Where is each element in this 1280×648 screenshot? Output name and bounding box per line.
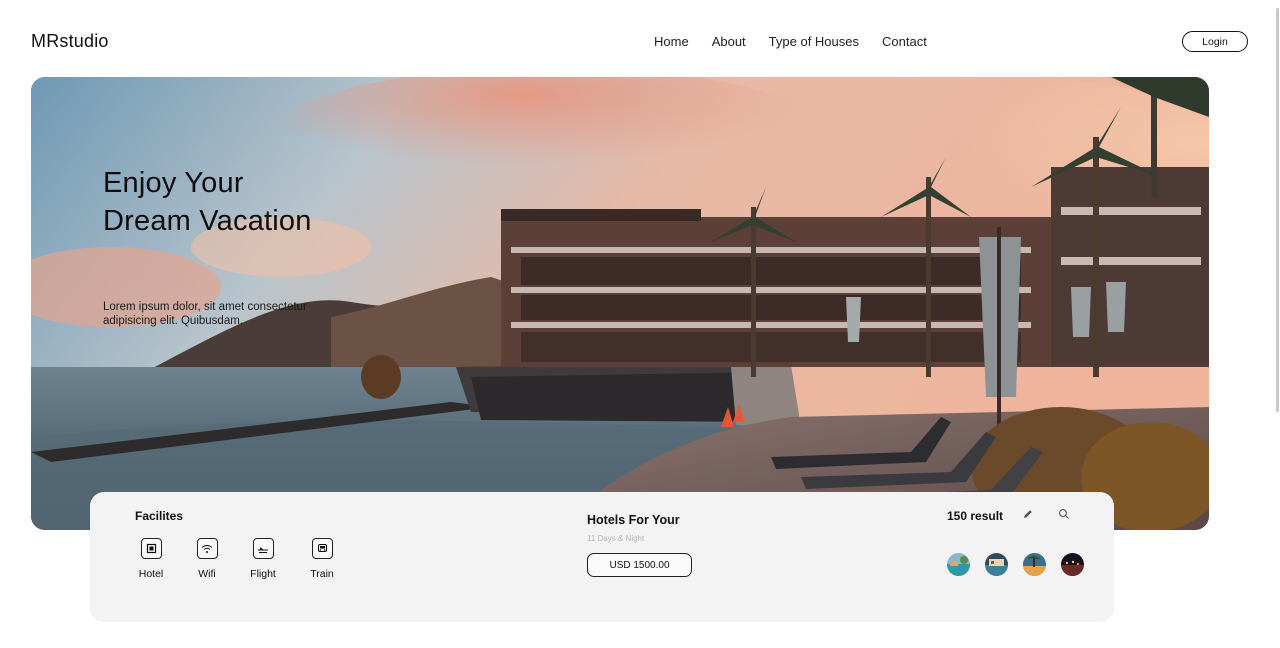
facility-wifi[interactable]: Wifi: [177, 538, 237, 580]
nav-contact[interactable]: Contact: [882, 34, 927, 49]
hotels-title: Hotels For Your: [587, 513, 680, 527]
pencil-icon[interactable]: [1020, 506, 1036, 522]
hero-title-line-2: Dream Vacation: [103, 205, 312, 237]
result-count: 150 result: [947, 509, 1004, 523]
price-button[interactable]: USD 1500.00: [587, 553, 692, 577]
facility-label: Flight: [250, 568, 276, 580]
main-nav: Home About Type of Houses Contact: [654, 34, 927, 49]
page-scrollbar[interactable]: [1276, 8, 1279, 412]
nav-type-of-houses[interactable]: Type of Houses: [769, 34, 859, 49]
facility-label: Wifi: [198, 568, 216, 580]
facility-label: Train: [310, 568, 334, 580]
facilities-title: Facilites: [135, 509, 184, 523]
facility-flight[interactable]: Flight: [233, 538, 293, 580]
flight-icon: [252, 538, 274, 559]
hero-title: Enjoy Your Dream Vacation: [103, 164, 312, 240]
night-thumbnail[interactable]: [1061, 553, 1084, 576]
wifi-icon: [196, 538, 218, 559]
hero-subtitle: Lorem ipsum dolor, sit amet consectetur …: [103, 301, 307, 327]
train-icon: [311, 538, 333, 559]
resort-thumbnail[interactable]: [985, 553, 1008, 576]
hotel-icon: [140, 538, 162, 559]
hotels-duration: 11 Days & Night: [587, 534, 645, 543]
hero-title-line-1: Enjoy Your: [103, 167, 244, 199]
facility-hotel[interactable]: Hotel: [121, 538, 181, 580]
booking-card: Facilites Hotel Wifi Flight Train Hotels…: [90, 492, 1114, 622]
facility-label: Hotel: [138, 568, 164, 580]
beach-thumbnail[interactable]: [1023, 553, 1046, 576]
facility-train[interactable]: Train: [292, 538, 352, 580]
brand-logo[interactable]: MRstudio: [31, 31, 109, 52]
pool-thumbnail[interactable]: [947, 553, 970, 576]
search-icon[interactable]: [1056, 506, 1072, 522]
nav-about[interactable]: About: [712, 34, 746, 49]
nav-home[interactable]: Home: [654, 34, 689, 49]
hero-banner: Enjoy Your Dream Vacation Lorem ipsum do…: [31, 77, 1209, 530]
login-button[interactable]: Login: [1182, 31, 1248, 52]
